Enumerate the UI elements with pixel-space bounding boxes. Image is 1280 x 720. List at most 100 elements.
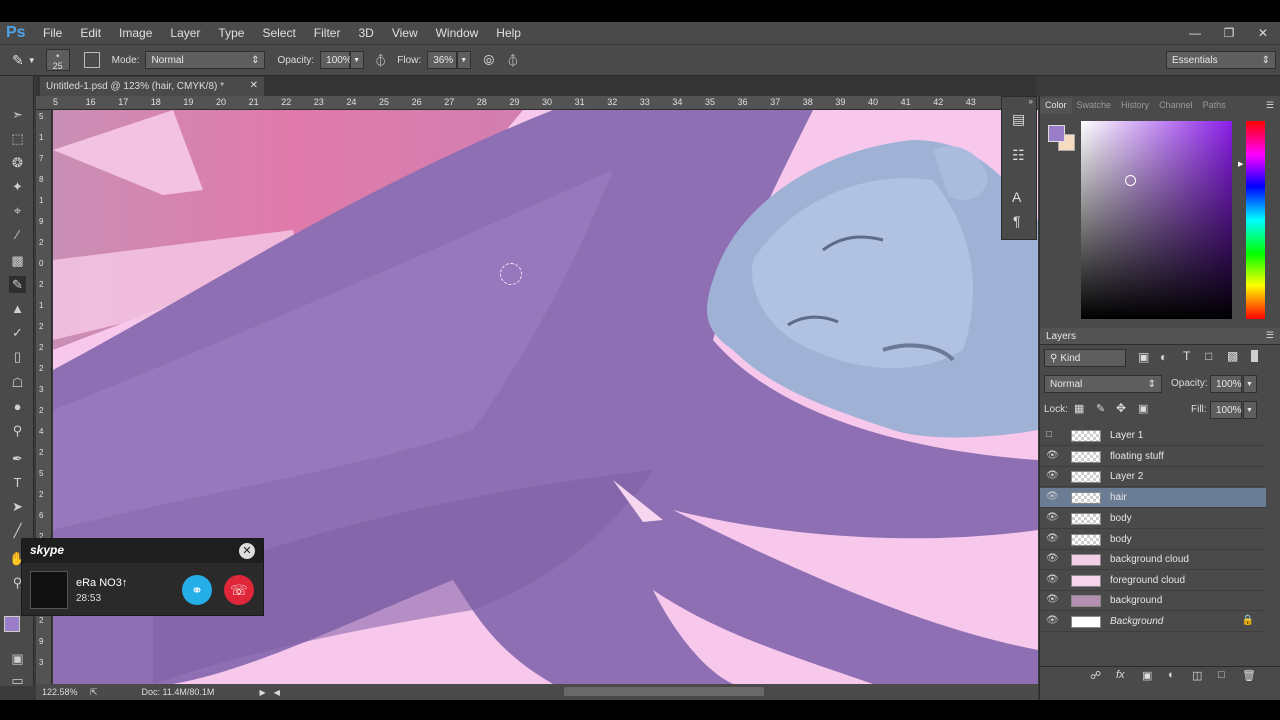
tab-swatches[interactable]: Swatche <box>1072 98 1117 114</box>
add-mask-icon[interactable]: ▣ <box>1142 669 1152 682</box>
crop-tool-icon[interactable]: ⌖ <box>9 202 26 219</box>
lock-pixels-icon[interactable]: ✎ <box>1096 402 1105 415</box>
lock-all-icon[interactable]: ▣ <box>1138 402 1148 415</box>
share-icon[interactable]: ⇱ <box>90 687 98 698</box>
eye-icon[interactable]: 👁 <box>1046 594 1059 606</box>
scroll-left-icon[interactable]: ◀ <box>274 688 280 697</box>
hue-slider[interactable] <box>1246 121 1265 319</box>
eye-icon[interactable]: 👁 <box>1046 450 1059 462</box>
path-select-tool-icon[interactable]: ➤ <box>9 498 26 515</box>
menu-image[interactable]: Image <box>110 26 161 40</box>
minimize-icon[interactable]: — <box>1178 26 1212 40</box>
stamp-tool-icon[interactable]: ▲ <box>9 300 26 317</box>
new-layer-icon[interactable]: □ <box>1218 669 1225 681</box>
layer-row[interactable]: □ Layer 1 <box>1040 426 1266 446</box>
layer-row[interactable]: 👁 Background 🔒 <box>1040 612 1266 632</box>
workspace-select[interactable]: Essentials ⇕ <box>1166 51 1276 69</box>
healing-tool-icon[interactable]: ▩ <box>9 252 26 269</box>
eye-icon[interactable]: 👁 <box>1046 470 1059 482</box>
delete-layer-icon[interactable]: 🗑 <box>1242 669 1256 682</box>
zoom-level[interactable]: 122.58% <box>42 687 82 697</box>
status-menu-icon[interactable]: ▶ <box>260 688 266 697</box>
layer-row[interactable]: 👁 body <box>1040 509 1266 529</box>
document-tab[interactable]: Untitled-1.psd @ 123% (hair, CMYK/8) * ✕ <box>40 77 264 96</box>
brush-tool-icon[interactable]: ✎ <box>12 52 24 69</box>
menu-layer[interactable]: Layer <box>161 26 209 40</box>
color-fg-swatch[interactable] <box>1048 125 1065 142</box>
close-tab-icon[interactable]: ✕ <box>250 80 258 91</box>
eye-icon[interactable]: 👁 <box>1046 512 1059 524</box>
chevron-down-icon[interactable]: ▼ <box>28 56 36 65</box>
blend-mode-select[interactable]: Normal ⇕ <box>1044 375 1162 393</box>
layer-row[interactable]: 👁 body <box>1040 530 1266 550</box>
layer-row[interactable]: 👁 background <box>1040 591 1266 611</box>
menu-select[interactable]: Select <box>253 26 304 40</box>
opacity-field[interactable]: 100% <box>320 51 352 69</box>
color-picker-marker[interactable] <box>1125 175 1136 186</box>
brush-tool-icon[interactable]: ✎ <box>9 276 26 293</box>
quick-select-tool-icon[interactable]: ✦ <box>9 178 26 195</box>
layer-row-selected[interactable]: 👁 hair <box>1040 488 1266 508</box>
layer-row[interactable]: 👁 background cloud <box>1040 550 1266 570</box>
flow-dropdown-icon[interactable]: ▼ <box>457 51 472 69</box>
eye-icon[interactable]: 👁 <box>1046 491 1059 503</box>
filter-pixel-icon[interactable]: ▣ <box>1138 350 1149 364</box>
fill-dropdown-icon[interactable]: ▼ <box>1243 401 1257 419</box>
airbrush-icon[interactable]: ⦾ <box>483 52 494 69</box>
brush-preset-picker[interactable]: • 25 <box>45 49 70 71</box>
brush-panel-icon[interactable] <box>83 52 100 68</box>
lock-transparency-icon[interactable]: ▦ <box>1074 402 1084 415</box>
properties-panel-icon[interactable]: ▤ <box>1012 111 1025 128</box>
opacity-dropdown-icon[interactable]: ▼ <box>350 51 365 69</box>
menu-filter[interactable]: Filter <box>305 26 350 40</box>
blur-tool-icon[interactable]: ● <box>9 398 26 415</box>
eye-icon[interactable]: 👁 <box>1046 615 1059 627</box>
link-layers-icon[interactable]: ☍ <box>1090 669 1101 682</box>
tab-color[interactable]: Color <box>1040 98 1072 114</box>
filter-toggle-icon[interactable] <box>1251 350 1258 362</box>
pressure-opacity-icon[interactable]: ⦽ <box>376 52 385 69</box>
layer-filter-select[interactable]: ⚲ Kind <box>1044 349 1126 367</box>
panel-collapse-icon[interactable]: » <box>1002 97 1036 106</box>
filter-type-icon[interactable]: T <box>1183 349 1190 363</box>
adjustments-panel-icon[interactable]: ☷ <box>1012 147 1025 164</box>
marquee-tool-icon[interactable]: ⬚ <box>9 130 26 147</box>
pen-tool-icon[interactable]: ✒ <box>9 450 26 467</box>
layers-panel-menu-icon[interactable]: ☰ <box>1266 330 1274 341</box>
move-tool-icon[interactable]: ➣ <box>9 106 26 123</box>
close-popup-icon[interactable]: ✕ <box>239 543 255 559</box>
menu-help[interactable]: Help <box>487 26 530 40</box>
type-tool-icon[interactable]: T <box>9 474 26 491</box>
menu-3d[interactable]: 3D <box>349 26 382 40</box>
layer-row[interactable]: 👁 foreground cloud <box>1040 571 1266 591</box>
eye-icon[interactable]: 👁 <box>1046 533 1059 545</box>
tab-history[interactable]: History <box>1116 98 1154 114</box>
layer-row[interactable]: 👁 Layer 2 <box>1040 467 1266 487</box>
layers-panel-title[interactable]: Layers <box>1046 331 1076 342</box>
adjustment-layer-icon[interactable]: ◐ <box>1168 669 1175 681</box>
filter-smart-object-icon[interactable]: ▩ <box>1227 349 1238 363</box>
mute-mic-icon[interactable]: ⚭ <box>182 575 212 605</box>
eye-icon[interactable]: 👁 <box>1046 553 1059 565</box>
horizontal-scrollbar-thumb[interactable] <box>564 687 764 696</box>
hue-slider-arrow-icon[interactable]: ▶ <box>1238 160 1243 168</box>
fill-field[interactable]: 100% <box>1210 401 1242 419</box>
eye-icon[interactable]: 👁 <box>1046 574 1059 586</box>
foreground-color-swatch[interactable] <box>4 616 20 632</box>
lock-position-icon[interactable]: ✥ <box>1116 401 1126 415</box>
lasso-tool-icon[interactable]: ❂ <box>9 154 26 171</box>
layer-opacity-field[interactable]: 100% <box>1210 375 1242 393</box>
dodge-tool-icon[interactable]: ⚲ <box>9 422 26 439</box>
eraser-tool-icon[interactable]: ▯ <box>9 348 26 365</box>
menu-edit[interactable]: Edit <box>71 26 110 40</box>
menu-window[interactable]: Window <box>427 26 488 40</box>
color-picker-field[interactable] <box>1081 121 1232 319</box>
quick-mask-icon[interactable]: ▣ <box>9 650 26 667</box>
eyedropper-tool-icon[interactable]: ⁄ <box>9 226 26 243</box>
layer-row[interactable]: 👁 floating stuff <box>1040 447 1266 467</box>
layer-style-icon[interactable]: fx <box>1116 669 1125 681</box>
line-tool-icon[interactable]: ╱ <box>9 522 26 539</box>
screen-mode-icon[interactable]: ▭ <box>9 672 26 689</box>
paragraph-panel-icon[interactable]: ¶ <box>1013 213 1021 229</box>
menu-view[interactable]: View <box>383 26 427 40</box>
